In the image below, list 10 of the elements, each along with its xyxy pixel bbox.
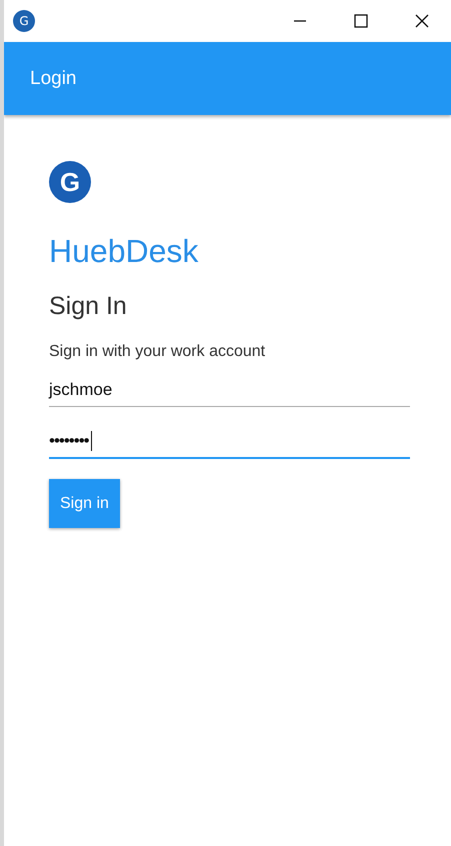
close-icon[interactable]	[415, 14, 429, 28]
password-field[interactable]: ••••••••	[49, 431, 410, 459]
heading: Sign In	[49, 292, 127, 321]
maximize-icon[interactable]	[354, 14, 368, 28]
app-icon: G	[13, 10, 35, 32]
username-field[interactable]: jschmoe	[49, 380, 410, 407]
app-bar-title: Login	[30, 68, 76, 90]
logo-icon: G	[49, 161, 91, 203]
subtitle: Sign in with your work account	[49, 343, 266, 361]
brand-name: HuebDesk	[49, 233, 198, 270]
